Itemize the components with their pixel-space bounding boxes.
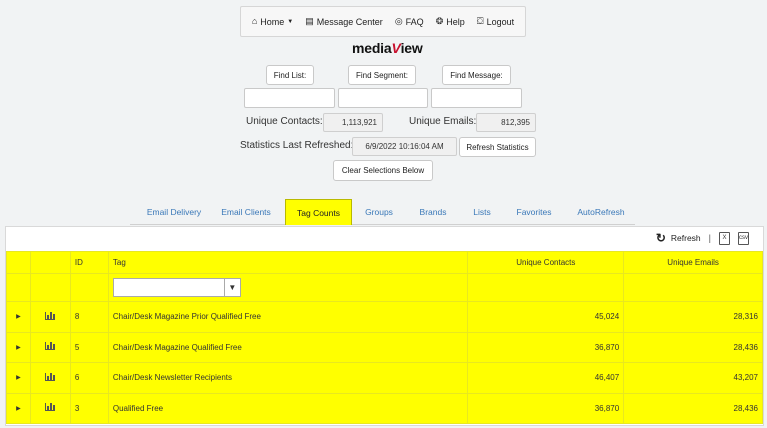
expand-arrow-icon[interactable]: ▶ [6, 362, 31, 394]
tab-groups[interactable]: Groups [361, 199, 397, 225]
tab-lists[interactable]: Lists [467, 199, 497, 225]
clear-selections-button[interactable]: Clear Selections Below [333, 160, 433, 181]
tab-email-delivery[interactable]: Email Delivery [136, 199, 212, 225]
find-segment-button[interactable]: Find Segment: [348, 65, 416, 85]
table-header: ID Tag Unique Contacts Unique Emails [6, 251, 763, 274]
tag-filter-input[interactable] [114, 279, 224, 296]
cell-unique-contacts: 45,024 [467, 301, 625, 333]
grid-toolbar: ↻ Refresh | X csv [6, 227, 763, 249]
logout-icon: ⛋ [476, 16, 484, 26]
nav-faq[interactable]: ◎ FAQ [395, 17, 424, 27]
header-id[interactable]: ID [69, 251, 109, 274]
cell-unique-emails: 28,436 [623, 392, 763, 424]
tag-counts-grid: ↻ Refresh | X csv ID Tag Unique Contacts… [5, 226, 764, 426]
header-unique-contacts[interactable]: Unique Contacts [467, 251, 625, 274]
message-icon: ▤ [305, 16, 314, 26]
tag-filter: ▼ [112, 277, 241, 297]
last-refreshed-value: 6/9/2022 10:16:04 AM [352, 137, 457, 156]
top-nav: ⌂ Home ▼ ▤ Message Center ◎ FAQ ❂ Help ⛋… [240, 6, 526, 37]
cell-tag: Qualified Free [107, 392, 469, 424]
table-row[interactable]: ▶ 8 Chair/Desk Magazine Prior Qualified … [6, 301, 763, 333]
find-list-input[interactable] [244, 88, 335, 108]
header-unique-emails[interactable]: Unique Emails [623, 251, 763, 274]
help-icon: ❂ [435, 16, 444, 26]
find-message-button[interactable]: Find Message: [442, 65, 511, 85]
filter-cell-empty [69, 273, 109, 302]
table-row[interactable]: ▶ 5 Chair/Desk Magazine Qualified Free 3… [6, 331, 763, 363]
header-chart [29, 251, 71, 274]
find-segment-input[interactable] [338, 88, 428, 108]
nav-help-label: Help [446, 16, 465, 27]
nav-message-center[interactable]: ▤ Message Center [305, 17, 383, 27]
tab-favorites[interactable]: Favorites [511, 199, 557, 225]
filter-cell-tag: ▼ [107, 273, 469, 302]
nav-logout-label: Logout [486, 16, 515, 27]
toolbar-separator: | [708, 233, 711, 243]
last-refreshed-label: Statistics Last Refreshed: [240, 140, 354, 151]
chart-icon[interactable] [29, 392, 71, 424]
chevron-down-icon: ▼ [287, 18, 294, 25]
nav-faq-label: FAQ [405, 16, 424, 27]
tab-tag-counts[interactable]: Tag Counts [285, 199, 352, 225]
header-tag[interactable]: Tag [107, 251, 469, 274]
cell-unique-emails: 43,207 [623, 362, 763, 394]
expand-arrow-icon[interactable]: ▶ [6, 301, 31, 333]
tag-counts-table: ID Tag Unique Contacts Unique Emails ▼ ▶… [6, 251, 763, 424]
chart-icon[interactable] [29, 301, 71, 333]
expand-arrow-icon[interactable]: ▶ [6, 392, 31, 424]
nav-message-center-label: Message Center [316, 16, 383, 27]
excel-export-icon[interactable]: X [719, 231, 730, 245]
filter-cell-empty [623, 273, 763, 302]
header-expander [6, 251, 31, 274]
cell-unique-contacts: 36,870 [467, 331, 625, 363]
logo-text-1: media [352, 40, 392, 56]
find-message-input[interactable] [431, 88, 522, 108]
cell-tag: Chair/Desk Magazine Qualified Free [107, 331, 469, 363]
cell-tag: Chair/Desk Magazine Prior Qualified Free [107, 301, 469, 333]
filter-cell-empty [6, 273, 31, 302]
tab-brands[interactable]: Brands [415, 199, 451, 225]
filter-cell-empty [467, 273, 625, 302]
nav-logout[interactable]: ⛋ Logout [477, 17, 514, 27]
unique-emails-label: Unique Emails: [409, 116, 477, 127]
cell-unique-emails: 28,436 [623, 331, 763, 363]
cell-unique-contacts: 36,870 [467, 392, 625, 424]
cell-unique-emails: 28,316 [623, 301, 763, 333]
unique-emails-value: 812,395 [476, 113, 536, 132]
refresh-statistics-button[interactable]: Refresh Statistics [459, 137, 536, 157]
refresh-button[interactable]: ↻ Refresh [656, 231, 701, 245]
nav-help[interactable]: ❂ Help [436, 17, 465, 27]
cell-unique-contacts: 46,407 [467, 362, 625, 394]
logo-text-3: iew [400, 40, 423, 56]
cell-id: 6 [69, 362, 109, 394]
table-row[interactable]: ▶ 3 Qualified Free 36,870 28,436 [6, 392, 763, 424]
logo-text-2: V [391, 40, 401, 56]
unique-contacts-value: 1,113,921 [323, 113, 383, 132]
cell-tag: Chair/Desk Newsletter Recipients [107, 362, 469, 394]
faq-icon: ◎ [394, 16, 403, 26]
mediaview-logo: mediaView [352, 40, 423, 56]
home-icon: ⌂ [251, 16, 258, 26]
refresh-label: Refresh [670, 233, 701, 243]
unique-contacts-label: Unique Contacts: [246, 116, 323, 127]
cell-id: 8 [69, 301, 109, 333]
tab-autorefresh[interactable]: AutoRefresh [573, 199, 629, 225]
csv-export-icon[interactable]: csv [738, 231, 749, 245]
filter-icon[interactable]: ▼ [223, 278, 240, 296]
chart-icon[interactable] [29, 362, 71, 394]
refresh-icon: ↻ [655, 231, 666, 245]
cell-id: 5 [69, 331, 109, 363]
filter-row: ▼ [6, 273, 763, 302]
tab-email-clients[interactable]: Email Clients [215, 199, 277, 225]
table-row[interactable]: ▶ 6 Chair/Desk Newsletter Recipients 46,… [6, 362, 763, 394]
expand-arrow-icon[interactable]: ▶ [6, 331, 31, 363]
nav-home[interactable]: ⌂ Home ▼ [252, 17, 293, 27]
nav-home-label: Home [260, 16, 285, 27]
find-list-button[interactable]: Find List: [266, 65, 314, 85]
tab-bar: Email Delivery Email Clients Tag Counts … [130, 199, 635, 225]
filter-cell-empty [29, 273, 71, 302]
cell-id: 3 [69, 392, 109, 424]
chart-icon[interactable] [29, 331, 71, 363]
